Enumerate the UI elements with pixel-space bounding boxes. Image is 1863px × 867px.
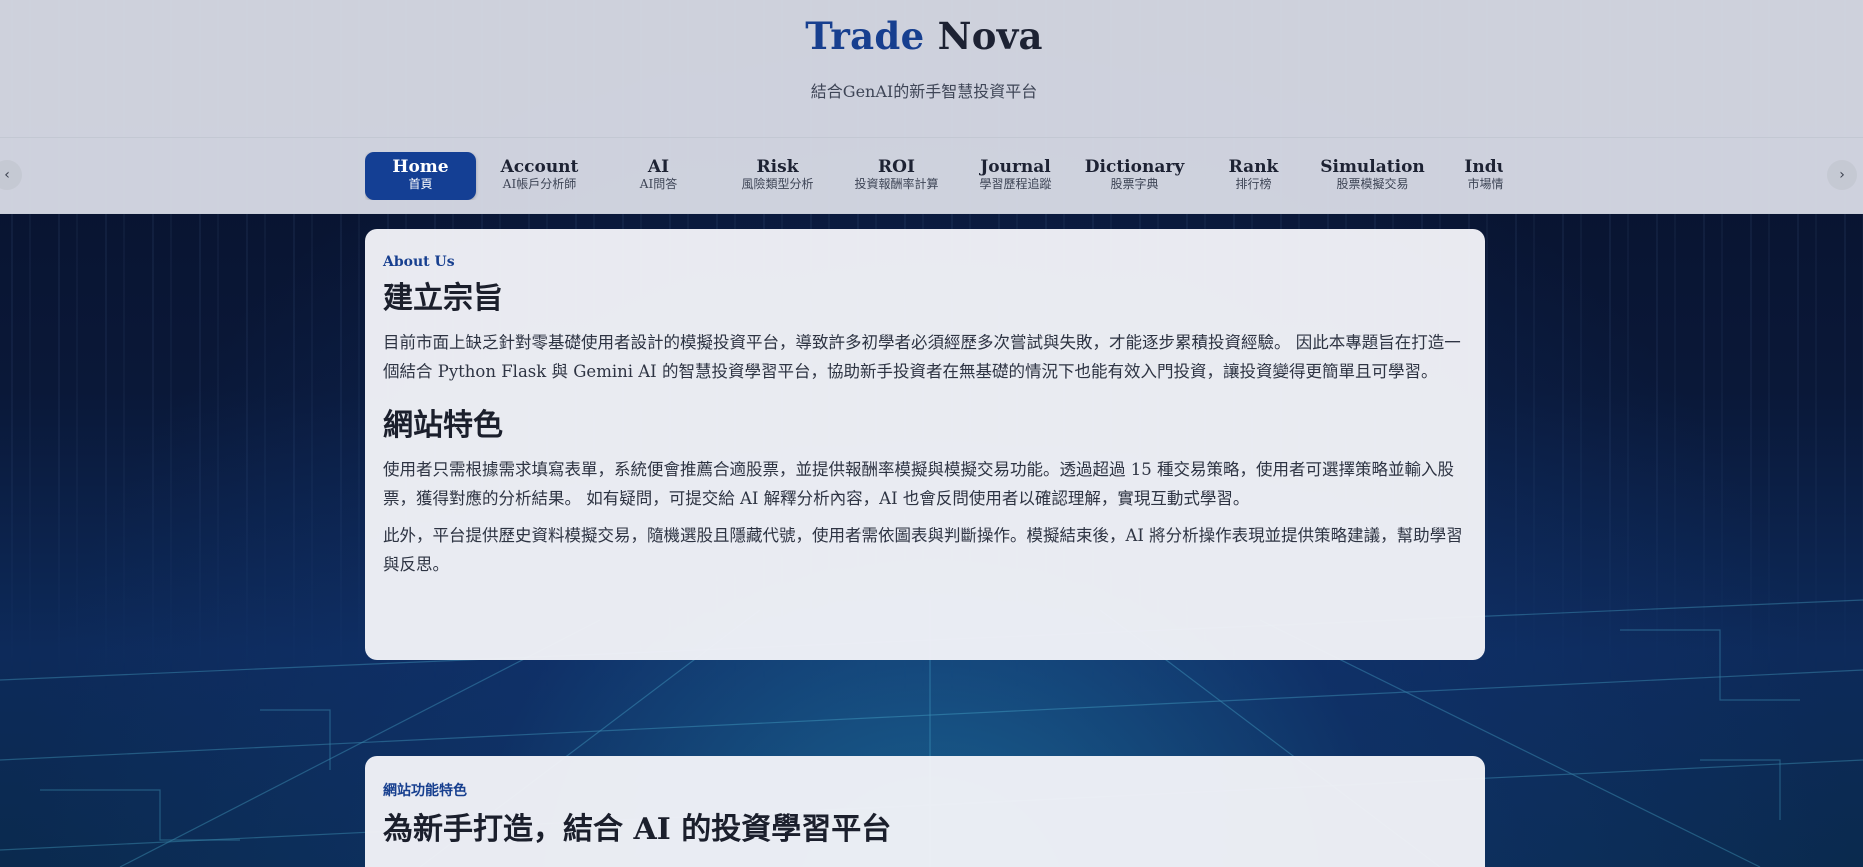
nav-item-label: AI xyxy=(647,157,670,177)
nav-item-home[interactable]: Home 首頁 xyxy=(365,152,476,200)
site-tagline: 結合GenAI的新手智慧投資平台 xyxy=(810,82,1038,101)
nav-item-sublabel: AI帳戶分析師 xyxy=(502,177,577,191)
nav-item-sublabel: 學習歷程追蹤 xyxy=(979,177,1052,191)
site-header: Trade Nova 結合GenAI的新手智慧投資平台 ‹ Home 首頁 Ac… xyxy=(0,0,1863,214)
section-heading-purpose: 建立宗旨 xyxy=(383,281,503,316)
main-nav-bar: ‹ Home 首頁 Account AI帳戶分析師 AI AI問答 Risk 風… xyxy=(0,137,1863,214)
chevron-left-icon: ‹ xyxy=(4,167,10,183)
nav-item-ai[interactable]: AI AI問答 xyxy=(603,152,714,200)
nav-item-roi[interactable]: ROI 投資報酬率計算 xyxy=(841,152,952,200)
site-logo[interactable]: Trade Nova xyxy=(0,14,1848,58)
nav-item-account[interactable]: Account AI帳戶分析師 xyxy=(484,152,595,200)
nav-item-label: Indus xyxy=(1464,157,1503,177)
features-card: 網站功能特色 為新手打造，結合 AI 的投資學習平台 xyxy=(365,756,1485,867)
nav-item-label: Journal xyxy=(980,157,1051,177)
nav-item-industry[interactable]: Indus 市場情勢 xyxy=(1436,152,1503,200)
nav-item-label: Account xyxy=(500,157,579,177)
nav-item-rank[interactable]: Rank 排行榜 xyxy=(1198,152,1309,200)
nav-item-sublabel: 投資報酬率計算 xyxy=(854,177,939,191)
about-us-card: About Us 建立宗旨 目前市面上缺乏針對零基礎使用者設計的模擬投資平台，導… xyxy=(365,229,1485,660)
chevron-right-icon: › xyxy=(1839,167,1845,183)
section-eyebrow: About Us xyxy=(383,254,455,270)
nav-item-dictionary[interactable]: Dictionary 股票字典 xyxy=(1079,152,1190,200)
nav-item-sublabel: 股票字典 xyxy=(1110,177,1159,191)
nav-scroll-left-button[interactable]: ‹ xyxy=(0,160,22,190)
nav-item-sublabel: 排行榜 xyxy=(1235,177,1272,191)
section-heading-features: 網站特色 xyxy=(383,408,503,443)
purpose-paragraph: 目前市面上缺乏針對零基礎使用者設計的模擬投資平台，導致許多初學者必須經歷多次嘗試… xyxy=(383,333,1461,381)
brand-name-part1: Trade xyxy=(805,14,925,58)
nav-scroll-right-button[interactable]: › xyxy=(1827,160,1857,190)
simulation-paragraph: 此外，平台提供歷史資料模擬交易，隨機選股且隱藏代號，使用者需依圖表與判斷操作。模… xyxy=(383,526,1463,574)
nav-item-label: Risk xyxy=(756,157,799,177)
features-paragraph: 使用者只需根據需求填寫表單，系統便會推薦合適股票，並提供報酬率模擬與模擬交易功能… xyxy=(383,460,1454,508)
main-nav: Home 首頁 Account AI帳戶分析師 AI AI問答 Risk 風險類… xyxy=(365,152,1503,200)
nav-item-label: Simulation xyxy=(1320,157,1425,177)
nav-item-sublabel: 風險類型分析 xyxy=(741,177,814,191)
section-eyebrow: 網站功能特色 xyxy=(383,783,467,799)
nav-item-journal[interactable]: Journal 學習歷程追蹤 xyxy=(960,152,1071,200)
nav-item-simulation[interactable]: Simulation 股票模擬交易 xyxy=(1317,152,1428,200)
features-heading: 為新手打造，結合 AI 的投資學習平台 xyxy=(383,812,892,847)
nav-item-sublabel: 首頁 xyxy=(408,177,433,191)
nav-item-label: ROI xyxy=(878,157,915,177)
nav-item-label: Rank xyxy=(1228,157,1279,177)
nav-item-sublabel: 市場情勢 xyxy=(1467,177,1503,191)
nav-item-sublabel: AI問答 xyxy=(639,177,678,191)
brand-name-part2: Nova xyxy=(937,14,1043,58)
nav-item-sublabel: 股票模擬交易 xyxy=(1336,177,1409,191)
nav-item-risk[interactable]: Risk 風險類型分析 xyxy=(722,152,833,200)
nav-item-label: Home xyxy=(392,157,449,177)
nav-item-label: Dictionary xyxy=(1084,157,1185,177)
